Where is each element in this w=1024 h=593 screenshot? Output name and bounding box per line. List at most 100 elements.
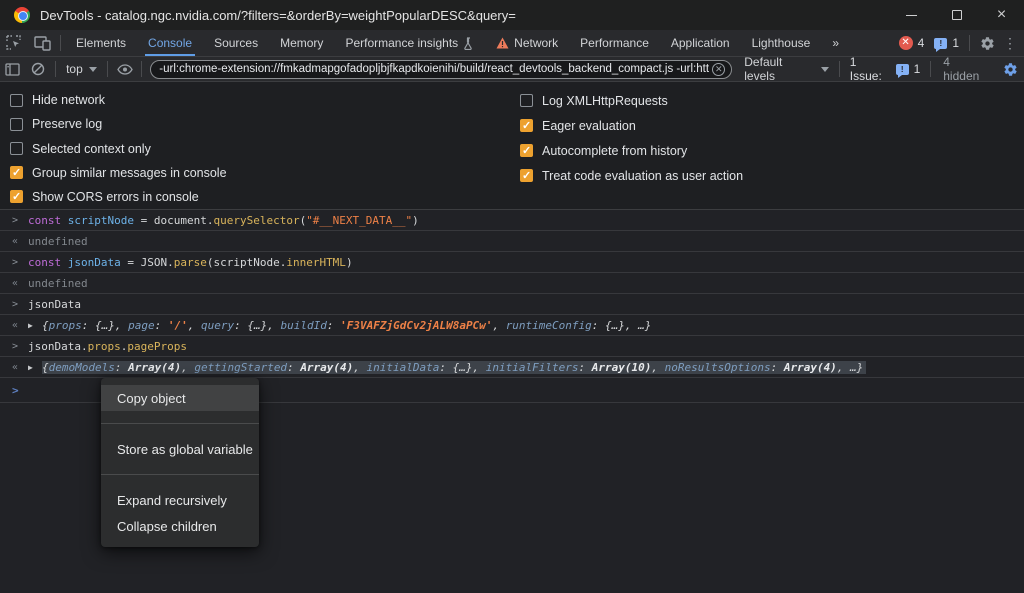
tab-lighthouse[interactable]: Lighthouse bbox=[741, 30, 822, 56]
setting-autocomplete-history[interactable]: Autocomplete from history bbox=[520, 138, 743, 163]
error-count-badge[interactable]: ✕ 4 bbox=[899, 36, 925, 50]
menu-spacer bbox=[101, 411, 259, 417]
issues-icon: ! bbox=[934, 38, 947, 49]
console-command-text: jsonData bbox=[28, 298, 81, 311]
divider bbox=[107, 61, 108, 77]
setting-show-cors-errors[interactable]: Show CORS errors in console bbox=[10, 185, 510, 209]
console-result-text: undefined bbox=[28, 277, 88, 290]
tab-performance-insights[interactable]: Performance insights bbox=[334, 30, 485, 56]
tab-application[interactable]: Application bbox=[660, 30, 741, 56]
console-command-row[interactable]: > const scriptNode = document.querySelec… bbox=[0, 210, 1024, 231]
tab-sources[interactable]: Sources bbox=[203, 30, 269, 56]
tab-performance[interactable]: Performance bbox=[569, 30, 660, 56]
maximize-button[interactable] bbox=[934, 0, 979, 30]
command-chevron-icon: > bbox=[12, 299, 28, 310]
tab-network[interactable]: Network bbox=[485, 30, 569, 56]
menu-spacer bbox=[101, 462, 259, 468]
menu-item-collapse-children[interactable]: Collapse children bbox=[101, 513, 259, 539]
toolbar-issue-link[interactable]: 1 Issue: ! 1 bbox=[850, 55, 920, 83]
flask-icon bbox=[463, 37, 474, 50]
device-toolbar-button[interactable] bbox=[28, 30, 56, 56]
divider bbox=[60, 35, 61, 51]
divider bbox=[55, 61, 56, 77]
menu-item-store-global[interactable]: Store as global variable bbox=[101, 436, 259, 462]
setting-eager-evaluation[interactable]: Eager evaluation bbox=[520, 113, 743, 138]
command-chevron-icon: > bbox=[12, 341, 28, 352]
settings-button[interactable] bbox=[974, 36, 1000, 51]
console-result-row[interactable]: « undefined bbox=[0, 231, 1024, 252]
tab-memory[interactable]: Memory bbox=[269, 30, 334, 56]
more-tabs-icon: » bbox=[832, 36, 839, 50]
console-filter-input[interactable]: -url:chrome-extension://fmkadmapgofadopl… bbox=[150, 60, 732, 79]
checkbox[interactable] bbox=[10, 166, 23, 179]
checkbox[interactable] bbox=[10, 94, 23, 107]
console-toolbar: top -url:chrome-extension://fmkadmapgofa… bbox=[0, 57, 1024, 82]
checkbox[interactable] bbox=[520, 169, 533, 182]
checkbox[interactable] bbox=[10, 190, 23, 203]
expand-triangle-icon[interactable]: ▶ bbox=[28, 363, 42, 372]
result-chevron-icon: « bbox=[12, 362, 28, 373]
checkbox[interactable] bbox=[10, 142, 23, 155]
devtools-window: DevTools - catalog.ngc.nvidia.com/?filte… bbox=[0, 0, 1024, 593]
setting-preserve-log[interactable]: Preserve log bbox=[10, 112, 510, 136]
console-object-preview-row[interactable]: « ▶ {props: {…}, page: '/', query: {…}, … bbox=[0, 315, 1024, 336]
object-preview-text-selected[interactable]: {demoModels: Array(4), gettingStarted: A… bbox=[42, 361, 866, 374]
setting-selected-context-only[interactable]: Selected context only bbox=[10, 136, 510, 160]
checkbox[interactable] bbox=[520, 94, 533, 107]
more-tabs-button[interactable]: » bbox=[821, 30, 850, 56]
console-log-area[interactable]: > const scriptNode = document.querySelec… bbox=[0, 210, 1024, 593]
setting-treat-code-user-action[interactable]: Treat code evaluation as user action bbox=[520, 163, 743, 188]
divider bbox=[969, 35, 970, 51]
gear-icon bbox=[980, 36, 995, 51]
clear-filter-button[interactable]: ✕ bbox=[712, 63, 725, 76]
expand-triangle-icon[interactable]: ▶ bbox=[28, 321, 42, 330]
log-levels-dropdown[interactable]: Default levels bbox=[738, 55, 835, 83]
clear-console-icon bbox=[31, 62, 45, 76]
more-options-button[interactable]: ⋮ bbox=[1000, 35, 1020, 52]
javascript-context-dropdown[interactable]: top bbox=[60, 62, 103, 76]
console-command-row[interactable]: > jsonData bbox=[0, 294, 1024, 315]
menu-separator bbox=[101, 474, 259, 475]
issue-count-badge[interactable]: ! 1 bbox=[934, 36, 959, 50]
divider bbox=[141, 61, 142, 77]
setting-hide-network[interactable]: Hide network bbox=[10, 88, 510, 112]
checkbox[interactable] bbox=[10, 118, 23, 131]
filter-value: -url:chrome-extension://fmkadmapgofadopl… bbox=[159, 63, 709, 75]
object-preview-text[interactable]: {props: {…}, page: '/', query: {…}, buil… bbox=[42, 319, 651, 332]
console-sidebar-toggle-button[interactable] bbox=[0, 63, 26, 76]
title-bar: DevTools - catalog.ngc.nvidia.com/?filte… bbox=[0, 0, 1024, 30]
clear-console-button[interactable] bbox=[26, 62, 52, 76]
setting-log-xhr[interactable]: Log XMLHttpRequests bbox=[520, 88, 743, 113]
console-settings-pane: Hide network Preserve log Selected conte… bbox=[0, 82, 1024, 210]
chrome-logo-icon bbox=[14, 7, 30, 23]
checkbox[interactable] bbox=[520, 144, 533, 157]
menu-item-copy-object[interactable]: Copy object bbox=[101, 385, 259, 411]
checkbox[interactable] bbox=[520, 119, 533, 132]
console-command-text: jsonData.props.pageProps bbox=[28, 340, 187, 353]
close-button[interactable]: × bbox=[979, 0, 1024, 30]
tab-elements[interactable]: Elements bbox=[65, 30, 137, 56]
divider bbox=[839, 61, 840, 77]
issue-count: 1 bbox=[952, 36, 959, 50]
tab-console[interactable]: Console bbox=[137, 30, 203, 56]
console-command-row[interactable]: > jsonData.props.pageProps bbox=[0, 336, 1024, 357]
console-result-text: undefined bbox=[28, 235, 88, 248]
setting-group-similar[interactable]: Group similar messages in console bbox=[10, 161, 510, 185]
inspect-element-button[interactable] bbox=[0, 30, 28, 56]
console-command-text: const scriptNode = document.querySelecto… bbox=[28, 214, 419, 227]
minimize-button[interactable] bbox=[889, 0, 934, 30]
context-menu: Copy object Store as global variable Exp… bbox=[101, 378, 259, 547]
chevron-down-icon bbox=[89, 67, 97, 72]
chevron-down-icon bbox=[821, 67, 829, 72]
menu-separator bbox=[101, 423, 259, 424]
warning-icon bbox=[496, 37, 509, 49]
tabbar-right: ✕ 4 ! 1 ⋮ bbox=[899, 30, 1024, 56]
console-command-row[interactable]: > const jsonData = JSON.parse(scriptNode… bbox=[0, 252, 1024, 273]
console-object-preview-row-selected[interactable]: « ▶ {demoModels: Array(4), gettingStarte… bbox=[0, 357, 1024, 378]
menu-item-expand-recursively[interactable]: Expand recursively bbox=[101, 487, 259, 513]
console-result-row[interactable]: « undefined bbox=[0, 273, 1024, 294]
console-settings-button[interactable] bbox=[997, 62, 1024, 77]
error-icon: ✕ bbox=[899, 36, 913, 50]
live-expression-button[interactable] bbox=[112, 64, 138, 75]
maximize-icon bbox=[952, 10, 962, 20]
